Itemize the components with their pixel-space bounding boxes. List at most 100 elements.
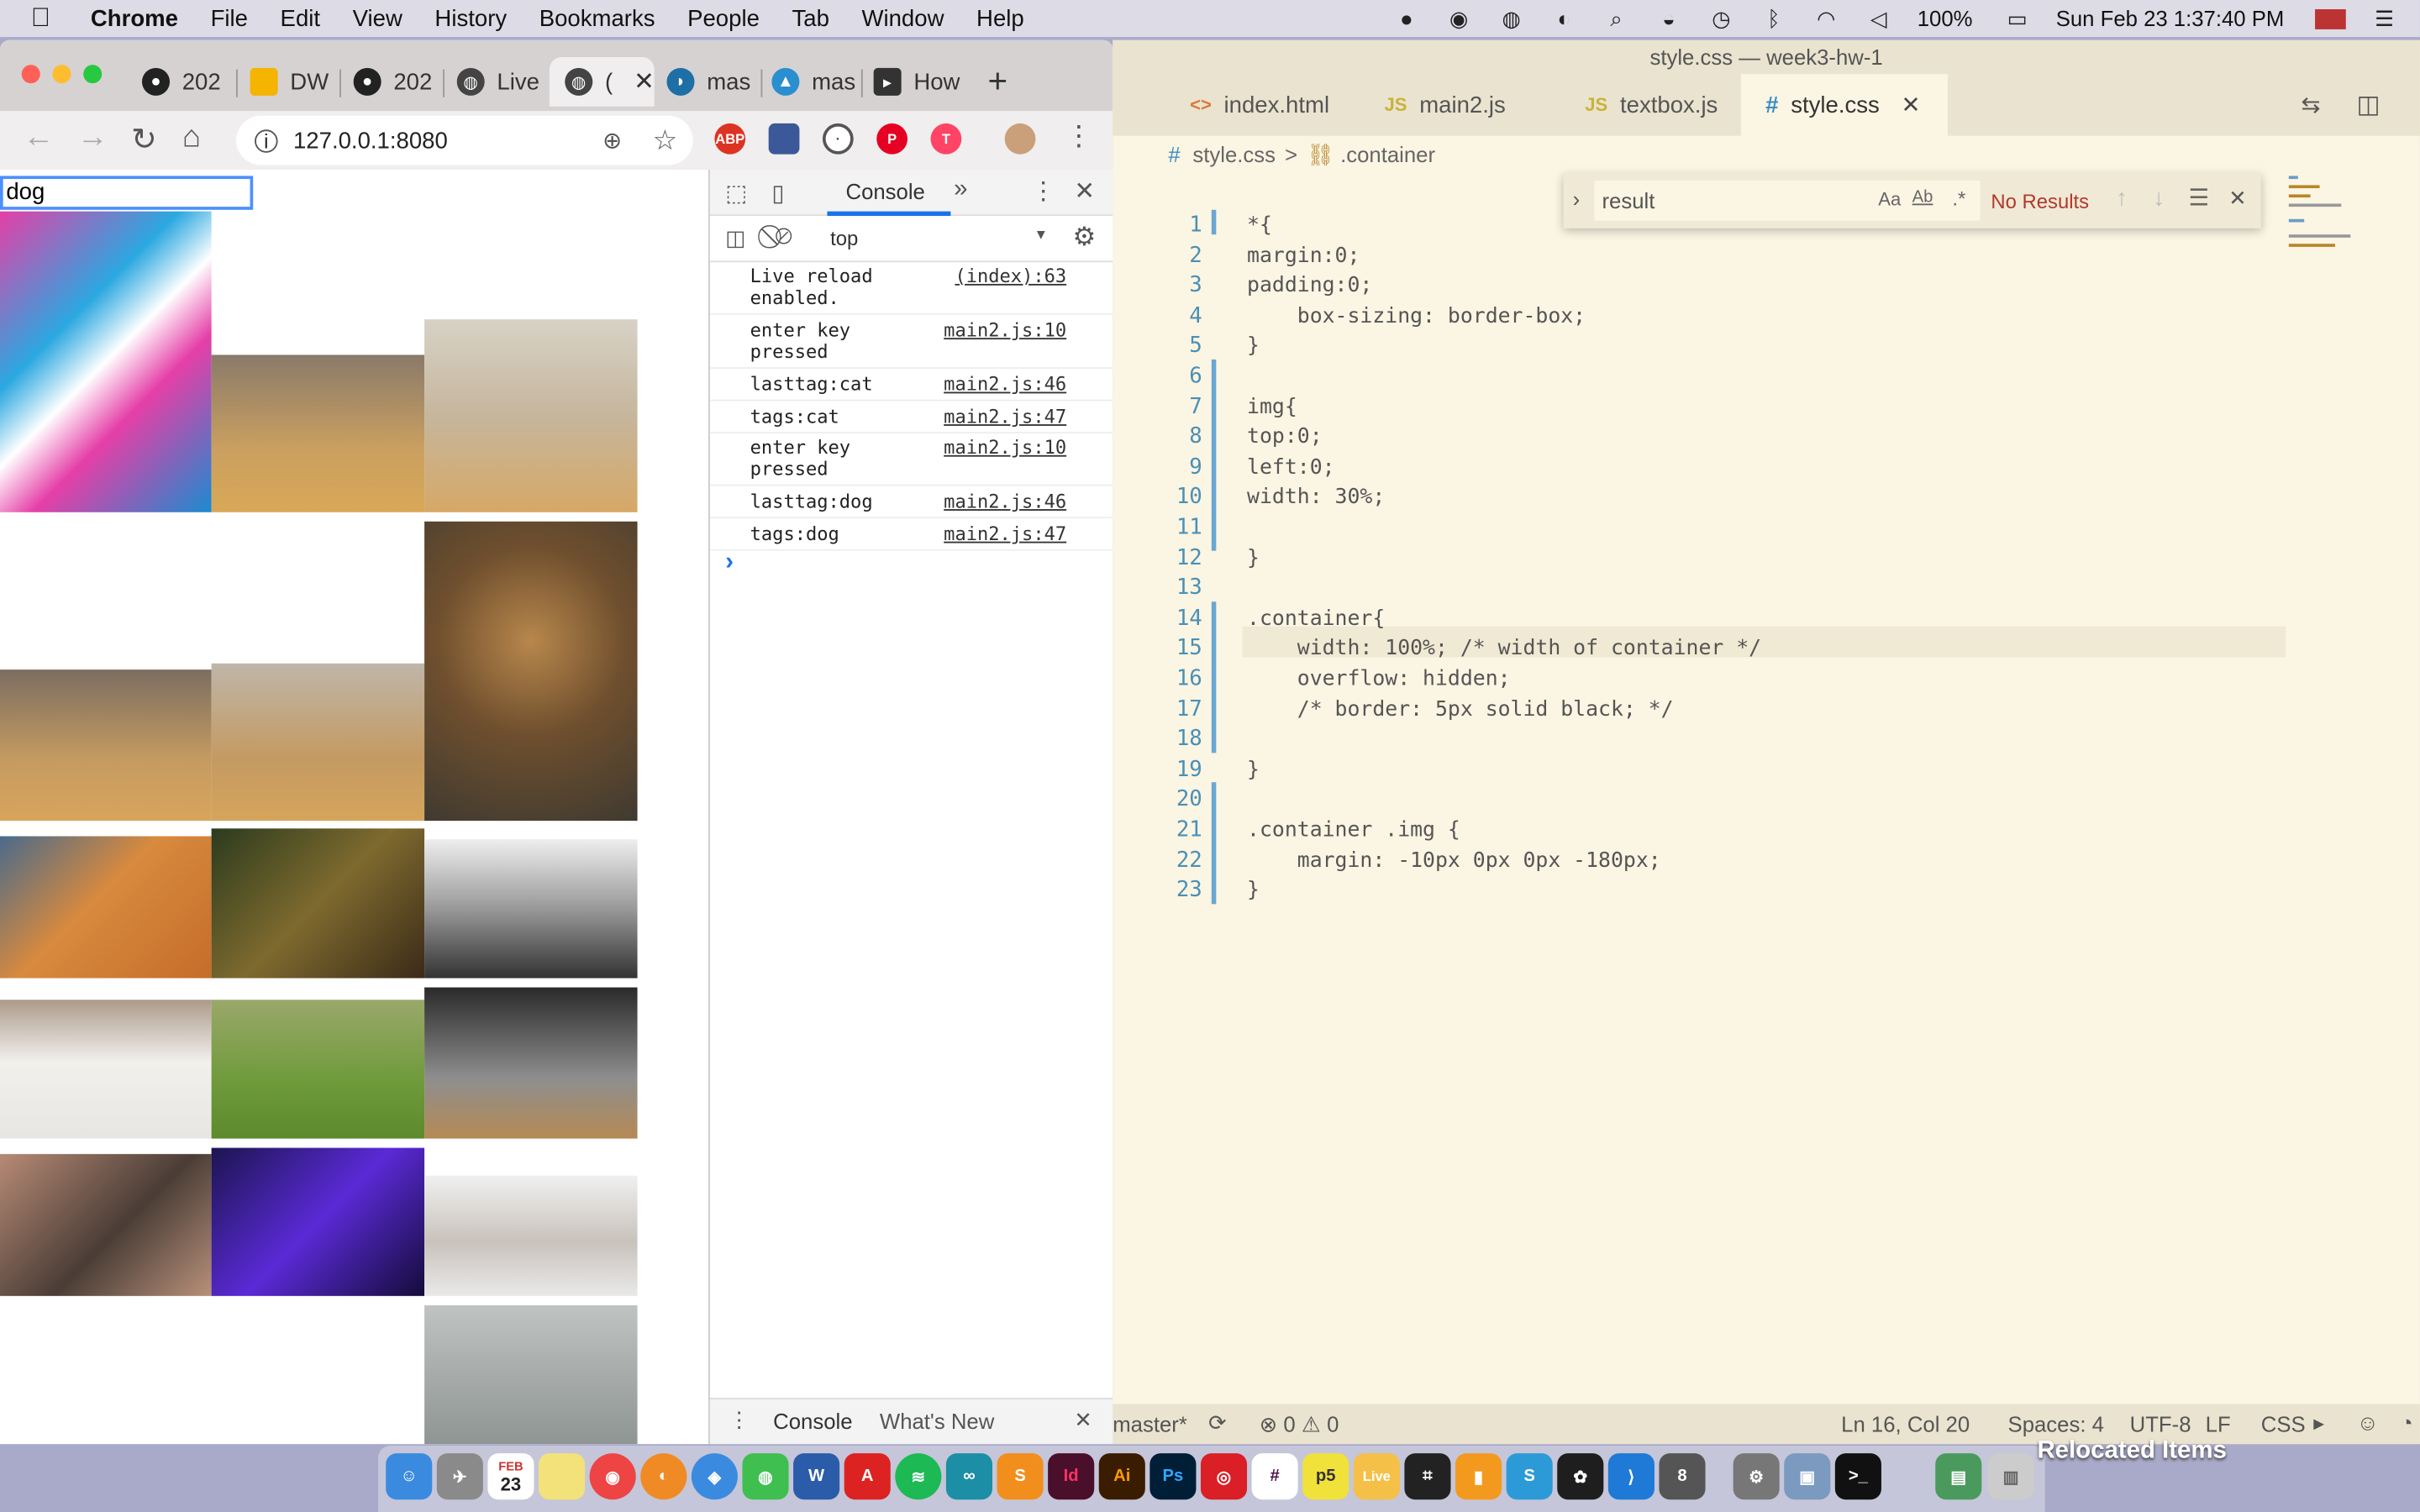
siri-icon[interactable]: ◒	[1655, 6, 1683, 30]
live-server-icon[interactable]: Live	[1353, 1453, 1400, 1500]
info-icon[interactable]: i	[255, 129, 278, 152]
log-source-link[interactable]: main2.js:47	[944, 523, 1066, 545]
line-ending[interactable]: LF	[2206, 1412, 2231, 1436]
code-line[interactable]: }	[1247, 333, 1260, 358]
firefox-icon[interactable]: ◐	[640, 1453, 687, 1500]
adblock-icon[interactable]: ABP	[714, 123, 746, 155]
apple-menu-icon[interactable]: 	[31, 3, 50, 34]
reload-icon[interactable]: ↻	[131, 120, 157, 159]
browser-tab-5-active[interactable]: ◍ ( ✕	[549, 56, 655, 107]
next-match-icon[interactable]: ↓	[2153, 185, 2165, 211]
more-tabs-icon[interactable]: »	[954, 176, 967, 203]
trash-icon[interactable]: ▥	[1987, 1453, 2034, 1500]
battery-percent[interactable]: 100%	[1918, 6, 1973, 30]
chrome-icon[interactable]: ◉	[589, 1453, 636, 1500]
browser-tab-2[interactable]: DW	[250, 57, 337, 107]
terminal-dock-icon[interactable]: >_	[1834, 1453, 1881, 1500]
console-prompt[interactable]: ›	[725, 549, 734, 577]
evernote-icon[interactable]: ●	[1392, 6, 1420, 30]
encoding[interactable]: UTF-8	[2130, 1412, 2191, 1436]
browser-tab-3[interactable]: ● 202	[353, 57, 440, 107]
system-preferences-icon[interactable]: ⚙	[1733, 1453, 1780, 1500]
close-tab-icon[interactable]: ✕	[1902, 91, 1921, 118]
spotify-icon[interactable]: ≋	[895, 1453, 942, 1500]
input-flag-icon[interactable]	[2315, 8, 2346, 29]
sourcetree-icon[interactable]: S	[1506, 1453, 1553, 1500]
cursor-position[interactable]: Ln 16, Col 20	[1841, 1412, 1970, 1436]
toggle-replace-icon[interactable]: ›	[1573, 186, 1581, 211]
creative-cloud-icon[interactable]: ◉	[1445, 5, 1473, 30]
code-line[interactable]: img{	[1247, 394, 1297, 418]
notifications-bell-icon[interactable]: ◔	[2400, 1410, 2413, 1435]
code-line[interactable]: .container{	[1247, 606, 1385, 630]
previous-match-icon[interactable]: ↑	[2116, 185, 2128, 211]
books-icon[interactable]: ▮	[1455, 1453, 1502, 1500]
source-control-diff-icon[interactable]: ⇆	[2302, 91, 2321, 118]
code-line[interactable]: }	[1247, 757, 1260, 781]
sync-icon[interactable]: ⟳	[1208, 1410, 1227, 1436]
creative-cloud-icon[interactable]: ◎	[1200, 1453, 1248, 1500]
menu-people[interactable]: People	[687, 5, 760, 31]
problems-count[interactable]: ⊗ 0 ⚠ 0	[1260, 1412, 1339, 1438]
new-tab-button[interactable]: +	[987, 57, 1024, 107]
log-source-link[interactable]: main2.js:46	[944, 491, 1066, 512]
vpn-globe-icon[interactable]: ◐	[1550, 6, 1578, 30]
regex-icon[interactable]: .*	[1952, 186, 1965, 210]
code-line[interactable]: *{	[1247, 213, 1272, 237]
browser-tab-6[interactable]: ◗ mas	[666, 57, 756, 107]
indentation[interactable]: Spaces: 4	[2008, 1412, 2104, 1436]
breadcrumb-file[interactable]: style.css	[1192, 142, 1276, 166]
close-find-icon[interactable]: ✕	[2228, 185, 2247, 211]
extension-code-icon[interactable]: ·	[822, 123, 854, 155]
downloads-stack-icon[interactable]: ▤	[1935, 1453, 1982, 1500]
extension-t-icon[interactable]: T	[930, 123, 962, 155]
forward-arrow-icon[interactable]: →	[77, 120, 108, 155]
notes-icon[interactable]	[539, 1453, 586, 1500]
zoom-icon[interactable]: ⊕	[602, 127, 622, 154]
code-line[interactable]: box-sizing: border-box;	[1247, 303, 1586, 328]
breadcrumb-symbol[interactable]: .container	[1340, 142, 1435, 166]
split-editor-icon[interactable]: ◫	[2357, 90, 2381, 121]
tab-console[interactable]: Console	[846, 179, 925, 203]
code-line[interactable]: left:0;	[1247, 454, 1335, 479]
extension-shield-icon[interactable]	[768, 123, 800, 155]
close-devtools-icon[interactable]: ✕	[1074, 176, 1095, 207]
indesign-icon[interactable]: Id	[1048, 1453, 1095, 1500]
log-source-link[interactable]: (index):63	[955, 265, 1066, 287]
tab-index-html[interactable]: <> index.html	[1144, 74, 1338, 135]
drawer-tab-whats-new[interactable]: What's New	[880, 1409, 994, 1433]
bluetooth-icon[interactable]: ᛒ	[1760, 6, 1787, 30]
code-line[interactable]: /* border: 5px solid black; */	[1247, 696, 1674, 721]
code-line[interactable]: margin:0;	[1247, 243, 1360, 267]
console-settings-icon[interactable]: ⚙	[1073, 222, 1097, 253]
match-case-icon[interactable]: Aa	[1878, 188, 1901, 210]
relocated-items-label[interactable]: Relocated Items	[2037, 1438, 2226, 1466]
context-select[interactable]: top	[830, 227, 858, 250]
tag-search-input[interactable]: dog	[0, 176, 254, 210]
devtools-menu-icon[interactable]: ⋮	[1031, 176, 1055, 207]
drawer-tab-console[interactable]: Console	[773, 1409, 852, 1433]
clock[interactable]: Sun Feb 23 1:37:40 PM	[2056, 6, 2285, 30]
wifi-icon[interactable]: ◠	[1812, 5, 1840, 30]
photoshop-icon[interactable]: Ps	[1150, 1453, 1197, 1500]
browser-tab-7[interactable]: ▲ mas	[771, 57, 858, 107]
feedback-icon[interactable]: ☺	[2357, 1410, 2379, 1435]
chrome-menu-icon[interactable]: ⋮	[1065, 120, 1092, 153]
code-line[interactable]: }	[1247, 545, 1260, 570]
pinterest-icon[interactable]: P	[876, 123, 908, 155]
close-tab-icon[interactable]: ✕	[634, 66, 655, 97]
menu-tab[interactable]: Tab	[792, 5, 829, 31]
battery-icon[interactable]: ▭	[2003, 5, 2031, 30]
browser-tab-8[interactable]: ▸ How	[873, 57, 960, 107]
clear-console-icon[interactable]: ⃠⊘	[775, 223, 792, 249]
code-line[interactable]: .container .img {	[1247, 817, 1460, 842]
menu-edit[interactable]: Edit	[281, 5, 320, 31]
volume-icon[interactable]: ◁	[1865, 5, 1892, 30]
word-icon[interactable]: W	[793, 1453, 840, 1500]
notification-center-icon[interactable]: ☰	[2370, 5, 2398, 30]
tab-textbox-js[interactable]: JS textbox.js	[1539, 74, 1739, 135]
illustrator-icon[interactable]: Ai	[1098, 1453, 1145, 1500]
log-source-link[interactable]: main2.js:10	[944, 437, 1066, 459]
code-line[interactable]: overflow: hidden;	[1247, 666, 1511, 690]
p5-icon[interactable]: p5	[1302, 1453, 1349, 1500]
